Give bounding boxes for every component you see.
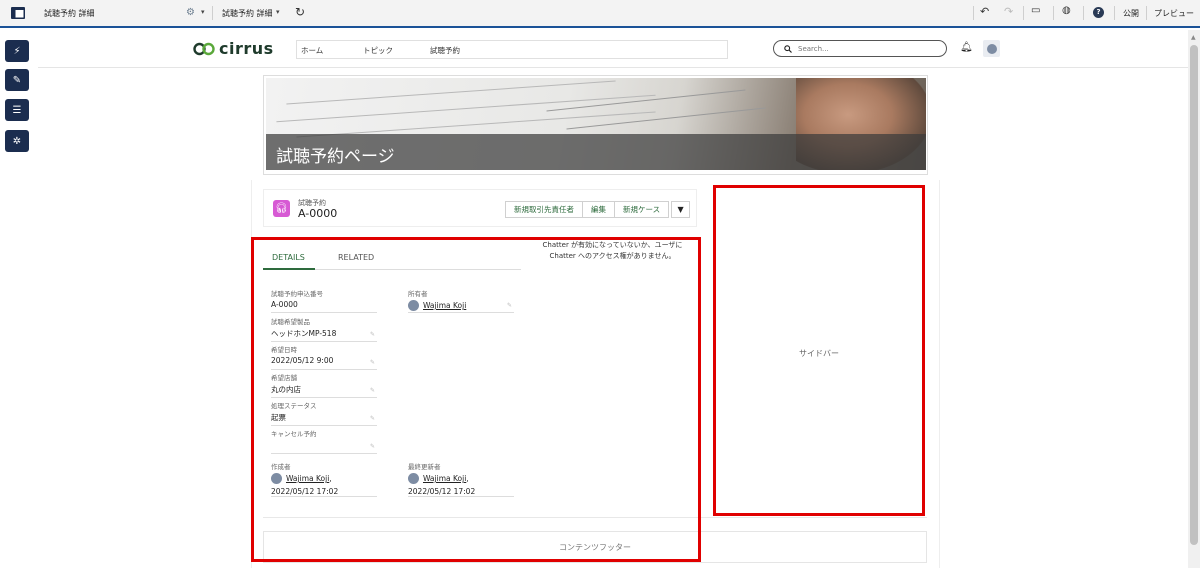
banner-image: 試聴予約ページ [266, 78, 926, 170]
search-icon [784, 44, 792, 53]
page-dropdown-label[interactable]: 試聴予約 詳細 [222, 8, 273, 19]
logo-mark-icon [193, 42, 215, 55]
nav-item-topics[interactable]: トピック [363, 45, 393, 56]
scroll-up-icon[interactable]: ▲ [1191, 34, 1196, 41]
divider [1023, 6, 1024, 20]
headphones-icon: 🎧︎ [273, 200, 290, 217]
refresh-icon[interactable]: ↻ [295, 5, 305, 19]
list-icon[interactable]: ☰ [5, 99, 29, 121]
divider [212, 6, 213, 20]
chevron-down-icon[interactable]: ▾ [276, 8, 280, 16]
logo-text: cirrus [219, 39, 274, 58]
divider [939, 180, 940, 568]
chevron-down-icon[interactable]: ▾ [201, 8, 205, 16]
record-name: A-0000 [298, 207, 338, 220]
bell-icon[interactable]: 🔔︎ [960, 42, 973, 53]
scrollbar-thumb[interactable] [1190, 45, 1198, 545]
brush-icon[interactable]: ✎ [5, 69, 29, 91]
globe-icon[interactable]: ◍ [1062, 5, 1071, 16]
record-header: 🎧︎ 試聴予約 A-0000 新規取引先責任者 編集 新規ケース ▼ [263, 189, 697, 227]
preview-button[interactable]: プレビュー [1154, 8, 1194, 19]
record-actions: 新規取引先責任者 編集 新規ケース ▼ [505, 201, 691, 218]
sidebar-region-label: サイドバー [799, 349, 839, 358]
gear-icon[interactable]: ⚙ [186, 7, 195, 18]
nav-menu: ホーム トピック 試聴予約 [296, 40, 728, 59]
new-case-button[interactable]: 新規ケース [614, 201, 670, 218]
divider [973, 6, 974, 20]
avatar[interactable] [983, 40, 1000, 57]
search-input[interactable] [798, 44, 938, 53]
banner-caption: 試聴予約ページ [266, 134, 926, 170]
redo-icon[interactable]: ↷ [1004, 5, 1013, 18]
divider [1146, 6, 1147, 20]
lightning-icon[interactable]: ⚡ [5, 40, 29, 62]
divider [1114, 6, 1115, 20]
divider [1083, 6, 1084, 20]
desktop-icon[interactable]: ▭ [1031, 5, 1040, 16]
gear-icon[interactable]: ✲ [5, 130, 29, 152]
user-icon [986, 43, 997, 54]
page-selector-label[interactable]: 試聴予約 詳細 [44, 8, 95, 19]
app-layout-icon[interactable] [0, 0, 36, 26]
search-box[interactable] [773, 40, 947, 57]
site-logo[interactable]: cirrus [193, 39, 274, 58]
nav-item-home[interactable]: ホーム [301, 45, 323, 56]
divider [1053, 6, 1054, 20]
publish-button[interactable]: 公開 [1123, 8, 1139, 19]
builder-toolbar: 試聴予約 詳細 ⚙ ▾ 試聴予約 詳細 ▾ ↻ ↶ ↷ ▭ ◍ ? 公開 プレビ… [0, 0, 1200, 28]
chevron-down-icon[interactable]: ▼ [671, 201, 691, 218]
site-header: cirrus ホーム トピック 試聴予約 🔔︎ [38, 30, 1188, 68]
help-icon[interactable]: ? [1093, 7, 1104, 18]
banner-title: 試聴予約ページ [276, 147, 395, 167]
vertical-scrollbar[interactable]: ▲ [1188, 30, 1200, 568]
highlight-main-region [251, 237, 701, 562]
nav-item-reservation[interactable]: 試聴予約 [430, 45, 460, 56]
new-contact-button[interactable]: 新規取引先責任者 [505, 201, 583, 218]
undo-icon[interactable]: ↶ [980, 5, 989, 18]
edit-button[interactable]: 編集 [582, 201, 615, 218]
